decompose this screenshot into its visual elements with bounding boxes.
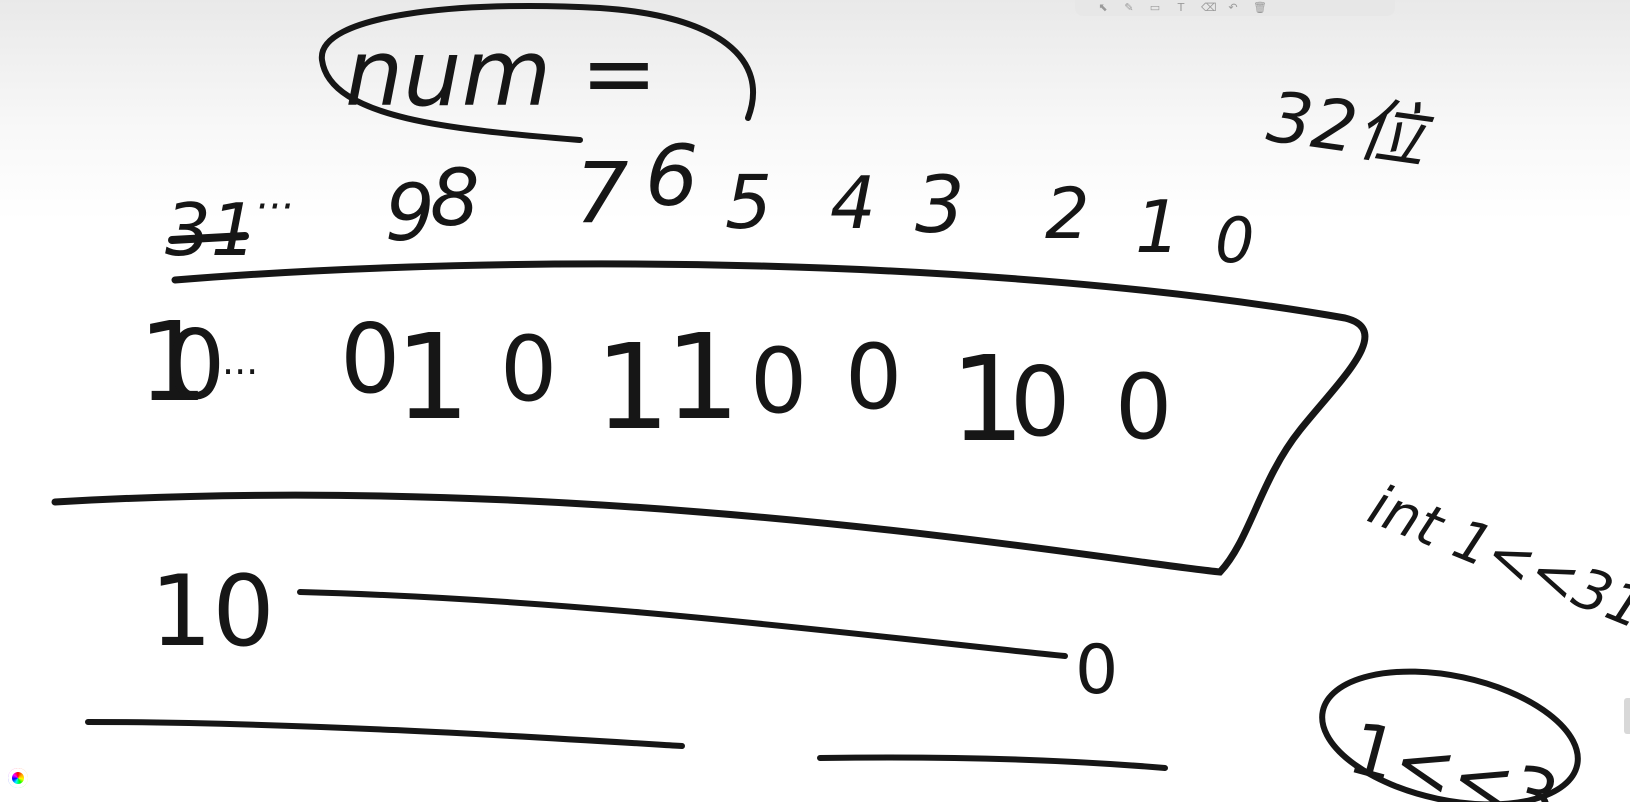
bit-position-label: 1 <box>1135 185 1181 269</box>
bit-value: 1 <box>595 318 670 456</box>
bits-row: 10··· 01 0 11 0 0 10 0 <box>138 298 1172 468</box>
bit-value: 0 <box>165 311 225 421</box>
side-scroll-handle[interactable] <box>1624 698 1630 734</box>
bit-position-label: 3 <box>915 161 965 251</box>
bit-position-label: 0 <box>1215 204 1254 277</box>
heading-text: num = <box>345 20 658 127</box>
blank-line-right <box>817 754 1168 771</box>
mask-row-end-text: 0 <box>1075 631 1118 710</box>
position-underline <box>168 232 249 244</box>
blank-line-left <box>85 719 685 749</box>
bit-position-label: 7 <box>575 144 628 242</box>
bit-position-label: 8 <box>430 154 480 244</box>
mask-row-line <box>297 589 1068 659</box>
bit-value: 1 <box>395 308 470 446</box>
int-note-text: int 1<<31 <box>1360 473 1630 642</box>
bit-position-label: 9 <box>385 169 435 259</box>
bit-position-label: 31 <box>165 188 257 272</box>
bit-position-label: ··· <box>255 184 293 230</box>
bit-position-label: 5 <box>725 160 772 246</box>
color-picker-icon[interactable] <box>8 768 28 788</box>
bit-value: 0 <box>1115 355 1172 460</box>
shift-note-text: 1<<3 <box>1341 705 1568 802</box>
ink-layer: num = 32位 31··· 98 7 6 5 4 3 2 1 0 10··· 01 0 11 0 0 10… <box>51 2 1630 802</box>
side-note-text: 32位 <box>1263 76 1438 180</box>
bit-value: 0 <box>500 317 557 422</box>
bit-position-label: 6 <box>645 127 698 225</box>
mask-row-start-text: 10 <box>150 555 275 669</box>
bit-value: ··· <box>222 350 258 394</box>
bit-value: 0 <box>845 325 902 430</box>
bit-position-label: 2 <box>1045 173 1090 255</box>
bit-value: 0 <box>340 305 400 415</box>
bit-position-label: 4 <box>830 161 876 245</box>
bit-value: 0 <box>750 329 807 434</box>
bit-position-row: 31··· 98 7 6 5 4 3 2 1 0 <box>165 127 1254 277</box>
bit-value: 0 <box>1010 348 1070 458</box>
bit-value: 1 <box>665 308 740 446</box>
